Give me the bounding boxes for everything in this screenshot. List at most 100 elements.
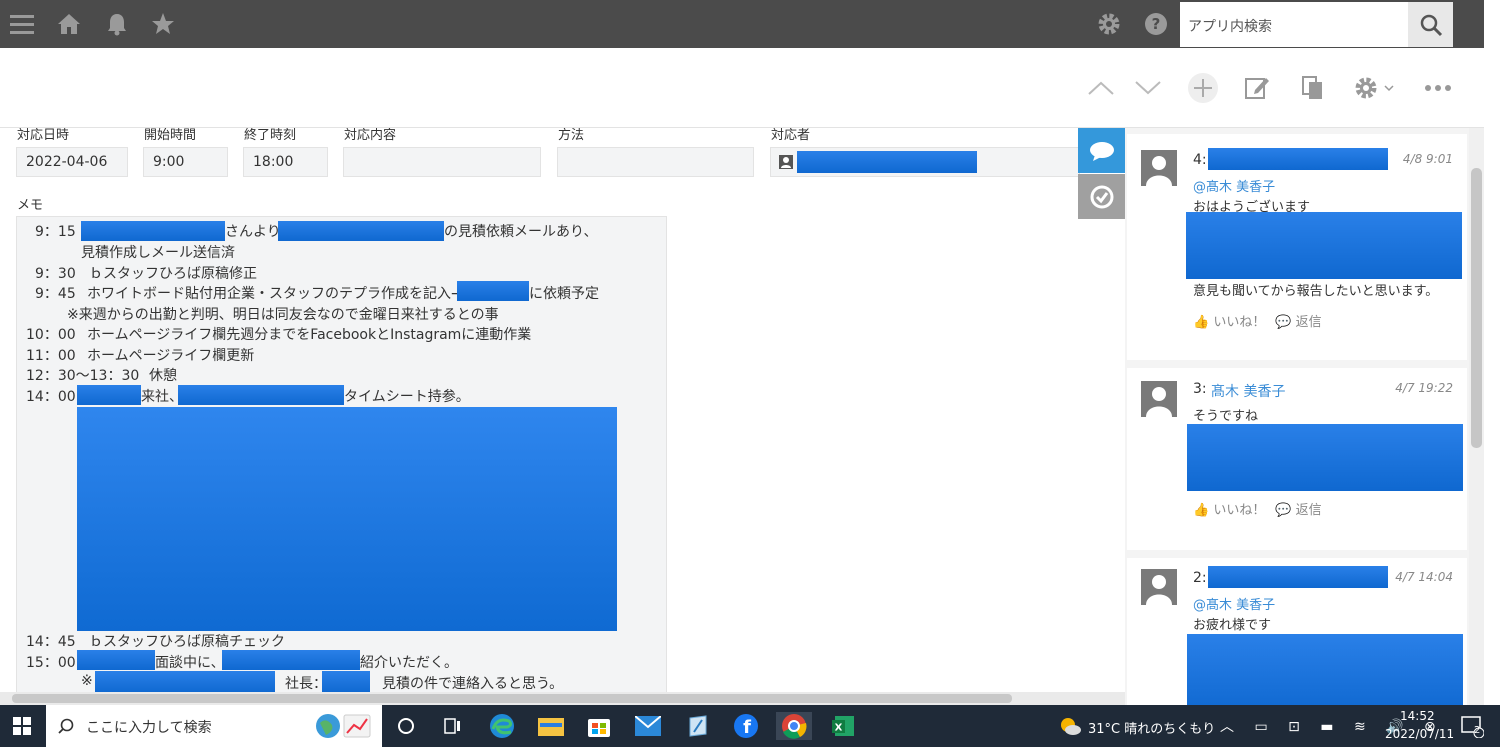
comment-actions: 👍 いいね！ 💬 返信: [1193, 499, 1322, 518]
record-form: 対応日時 2022-04-06 開始時間 9:00 終了時刻 18:00 対応内…: [0, 128, 1125, 705]
redacted-block: [1187, 424, 1463, 491]
add-record-button[interactable]: [1187, 72, 1219, 104]
excel-icon[interactable]: X: [829, 712, 857, 740]
comment-number: 4:: [1193, 152, 1207, 168]
redacted-block: [797, 151, 977, 173]
settings-menu-button[interactable]: [1352, 72, 1398, 104]
memo-text: に依頼予定: [529, 286, 599, 302]
memo-text: タイムシート持参。: [344, 389, 470, 405]
redacted-block: [1187, 634, 1463, 705]
file-explorer-icon[interactable]: [537, 712, 565, 740]
svg-text:?: ?: [1152, 15, 1161, 33]
notification-icon[interactable]: 2: [1458, 712, 1486, 740]
windows-start-icon[interactable]: [8, 712, 36, 740]
edge-browser-icon[interactable]: [488, 712, 516, 740]
bell-icon[interactable]: [105, 12, 129, 36]
memo-time: 14：45: [26, 634, 76, 650]
date-field: 2022-04-06: [16, 147, 128, 177]
like-button[interactable]: 👍 いいね！: [1193, 499, 1265, 518]
help-icon[interactable]: ?: [1144, 12, 1168, 36]
reply-button[interactable]: 💬 返信: [1275, 311, 1321, 330]
redacted-block: [457, 281, 529, 301]
home-icon[interactable]: [57, 12, 81, 36]
plus-icon: [1188, 73, 1218, 103]
memo-text: ホームページライフ欄更新: [87, 348, 255, 364]
vertical-scrollbar-thumb[interactable]: [1471, 168, 1482, 448]
record-toolbar: [0, 48, 1484, 128]
redacted-block: [222, 650, 360, 670]
edit-icon: [1245, 78, 1269, 99]
avatar: [1141, 569, 1177, 605]
start-time-label: 開始時間: [144, 128, 197, 143]
comment-actions: 👍 いいね！ 💬 返信: [1193, 311, 1322, 330]
staff-label: 対応者: [771, 128, 811, 143]
chrome-icon[interactable]: [776, 712, 812, 740]
comment-date: 4/7 19:22: [1395, 381, 1453, 395]
more-options-button[interactable]: [1422, 72, 1454, 104]
memo-text: 来社、: [141, 389, 183, 405]
memo-time: 15：00: [26, 655, 76, 671]
comment-author[interactable]: 髙木 美香子: [1211, 381, 1285, 401]
memo-text: の見積依頼メールあり、: [444, 224, 598, 240]
taskbar-search-input[interactable]: ここに入力して検索: [46, 705, 382, 747]
app-search-input[interactable]: アプリ内検索: [1180, 2, 1408, 47]
content-label: 対応内容: [344, 128, 397, 143]
memo-text: ｂスタッフひろば原稿修正: [89, 266, 257, 282]
redacted-block: [81, 221, 225, 241]
memo-text: ホームページライフ欄先週分までをFacebookとInstagramに連動作業: [87, 327, 532, 343]
redacted-block: [278, 221, 444, 241]
memo-time: 14：00: [26, 389, 76, 405]
memo-text: さんより: [225, 224, 281, 240]
search-icon: [58, 718, 74, 734]
search-button[interactable]: [1408, 2, 1453, 47]
task-view-circle-icon[interactable]: [392, 712, 420, 740]
comment-text: お疲れ様です: [1193, 618, 1272, 633]
duplicate-button[interactable]: [1297, 72, 1329, 104]
facebook-icon[interactable]: f: [732, 712, 760, 740]
app-icon[interactable]: [684, 712, 712, 740]
mail-icon[interactable]: [634, 712, 662, 740]
redacted-block: [77, 650, 155, 670]
next-record-button[interactable]: [1132, 72, 1164, 104]
reply-button[interactable]: 💬 返信: [1275, 499, 1321, 518]
history-tab[interactable]: [1078, 174, 1125, 219]
method-label: 方法: [558, 128, 585, 143]
memo-text: 紹介いただく。: [360, 655, 458, 671]
redacted-block: [1208, 148, 1388, 170]
clock-time[interactable]: 14:52: [1400, 709, 1435, 723]
edit-button[interactable]: [1241, 72, 1273, 104]
mention-link[interactable]: @髙木 美香子: [1193, 594, 1275, 613]
comment-text: 意見も聞いてから報告したいと思います。: [1193, 284, 1439, 299]
weather-text[interactable]: 31°C 晴れのちくもり: [1088, 718, 1215, 737]
redacted-block: [1208, 566, 1388, 588]
mention-link[interactable]: @髙木 美香子: [1193, 176, 1275, 195]
user-icon: [779, 155, 793, 169]
more-icon: [1425, 85, 1451, 91]
store-icon[interactable]: [585, 712, 613, 740]
staff-field: [770, 147, 1080, 177]
memo-text: 社長：: [285, 676, 327, 692]
memo-time: 11：00: [26, 348, 76, 364]
clock-date[interactable]: 2022/07/11: [1385, 727, 1454, 741]
redacted-block: [178, 385, 344, 405]
end-time-label: 終了時刻: [244, 128, 297, 143]
method-field: [557, 147, 754, 177]
comment-date: 4/7 14:04: [1395, 570, 1453, 584]
notification-count: 2: [1474, 725, 1481, 736]
comment-number: 3:: [1193, 381, 1207, 397]
chevron-down-icon: [1135, 81, 1161, 95]
gear-icon[interactable]: [1097, 12, 1121, 36]
search-highlight-icon: [316, 714, 371, 738]
prev-record-button[interactable]: [1085, 72, 1117, 104]
redacted-block: [77, 385, 141, 405]
svg-text:f: f: [743, 717, 751, 738]
end-time-field: 18:00: [243, 147, 328, 177]
like-button[interactable]: 👍 いいね！: [1193, 311, 1265, 330]
comments-tab[interactable]: [1078, 128, 1125, 173]
menu-icon[interactable]: [10, 12, 34, 36]
star-icon[interactable]: [151, 12, 175, 36]
memo-time: 10：00: [26, 327, 76, 343]
horizontal-scrollbar-thumb[interactable]: [12, 694, 1012, 703]
memo-label: メモ: [17, 198, 44, 213]
task-view-icon[interactable]: [439, 712, 467, 740]
